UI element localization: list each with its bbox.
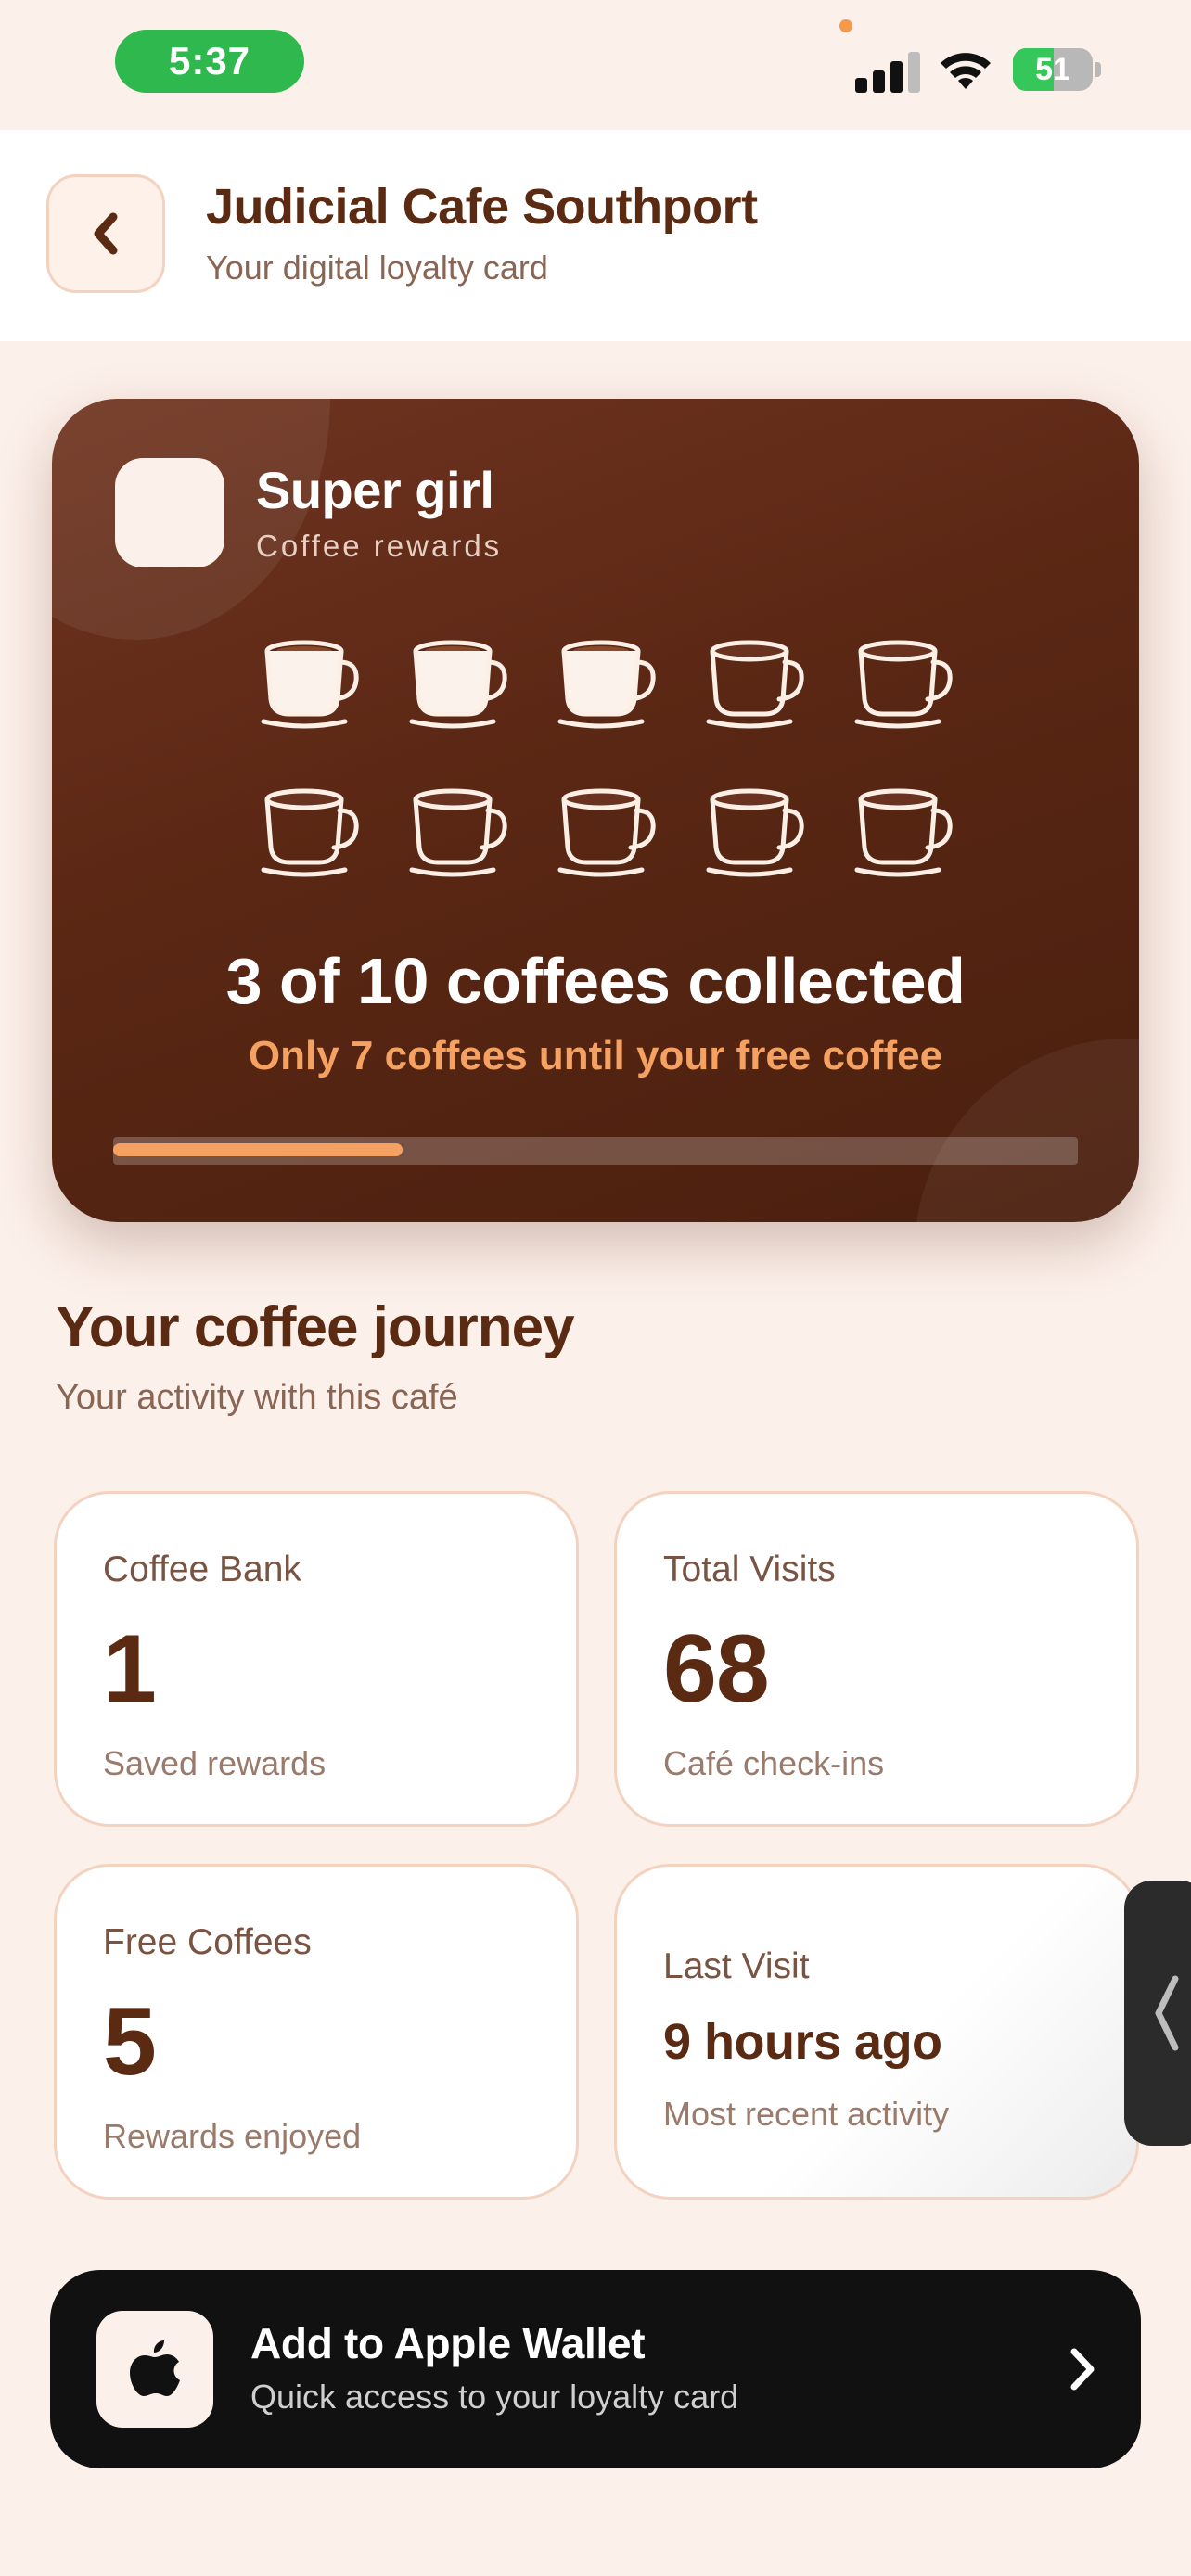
stamps-remaining-text: Only 7 coffees until your free coffee (248, 1033, 943, 1078)
card-logo (115, 458, 224, 567)
coffee-stamp-empty-icon (705, 638, 807, 731)
stat-card-free-coffees[interactable]: Free Coffees 5 Rewards enjoyed (54, 1864, 579, 2200)
apple-logo-icon (130, 2340, 180, 2396)
stat-note: Café check-ins (663, 1744, 885, 1782)
app-header: Judicial Cafe Southport Your digital loy… (0, 130, 1191, 341)
stat-label: Last Visit (663, 1946, 810, 1986)
privacy-indicator-dot (839, 19, 852, 32)
chevron-left-icon (1155, 1975, 1179, 2051)
stat-value: 9 hours ago (663, 2014, 942, 2070)
coffee-stamp-empty-icon (408, 786, 510, 879)
stat-value: 1 (103, 1615, 157, 1723)
coffee-stamp-filled-icon (408, 638, 510, 731)
stat-label: Total Visits (663, 1549, 836, 1589)
coffee-stamp-filled-icon (260, 638, 362, 731)
back-button[interactable] (46, 174, 165, 293)
stamp-progress-fill (113, 1143, 403, 1156)
stat-note: Most recent activity (663, 2095, 950, 2133)
battery-percent: 51 (1035, 52, 1070, 87)
coffee-stamp-empty-icon (705, 786, 807, 879)
status-bar: 5:37 51 (0, 0, 1191, 130)
apple-wallet-icon-box (96, 2311, 213, 2428)
wallet-button-title: Add to Apple Wallet (250, 2319, 646, 2367)
stat-value: 5 (103, 1988, 157, 2096)
stamp-count-text: 3 of 10 coffees collected (225, 945, 966, 1017)
signal-icon (855, 50, 920, 93)
chevron-left-icon (94, 212, 118, 255)
card-subtitle: Coffee rewards (256, 529, 503, 563)
page-title: Judicial Cafe Southport (206, 179, 758, 235)
coffee-stamp-empty-icon (260, 786, 362, 879)
stat-card-total-visits[interactable]: Total Visits 68 Café check-ins (614, 1491, 1139, 1827)
wallet-button-subtitle: Quick access to your loyalty card (250, 2378, 739, 2416)
section-title: Your coffee journey (56, 1295, 575, 1359)
side-panel-handle[interactable] (1124, 1881, 1191, 2146)
battery-charging-icon: 51 (1013, 48, 1102, 91)
coffee-stamp-filled-icon (557, 638, 659, 731)
stat-label: Coffee Bank (103, 1549, 301, 1589)
stat-note: Saved rewards (103, 1744, 327, 1782)
chevron-right-icon (1070, 2348, 1095, 2391)
coffee-stamp-empty-icon (557, 786, 659, 879)
status-time[interactable]: 5:37 (115, 30, 304, 93)
section-subtitle: Your activity with this café (56, 1378, 458, 1417)
stat-value: 68 (663, 1615, 770, 1723)
page-subtitle: Your digital loyalty card (206, 249, 548, 287)
coffee-stamp-grid (250, 631, 955, 927)
stat-card-last-visit[interactable]: Last Visit 9 hours ago Most recent activ… (614, 1864, 1139, 2200)
loyalty-card[interactable]: Super girl Coffee rewards 3 of 10 coffee… (52, 399, 1139, 1222)
coffee-stamp-empty-icon (853, 786, 955, 879)
card-holder-name: Super girl (256, 461, 494, 519)
coffee-stamp-empty-icon (853, 638, 955, 731)
wifi-icon (941, 53, 991, 89)
add-to-apple-wallet-button[interactable]: Add to Apple Wallet Quick access to your… (50, 2270, 1141, 2468)
stat-label: Free Coffees (103, 1922, 312, 1962)
stamp-progress-bar (113, 1137, 1078, 1165)
stat-card-coffee-bank[interactable]: Coffee Bank 1 Saved rewards (54, 1491, 579, 1827)
stat-note: Rewards enjoyed (103, 2117, 362, 2155)
